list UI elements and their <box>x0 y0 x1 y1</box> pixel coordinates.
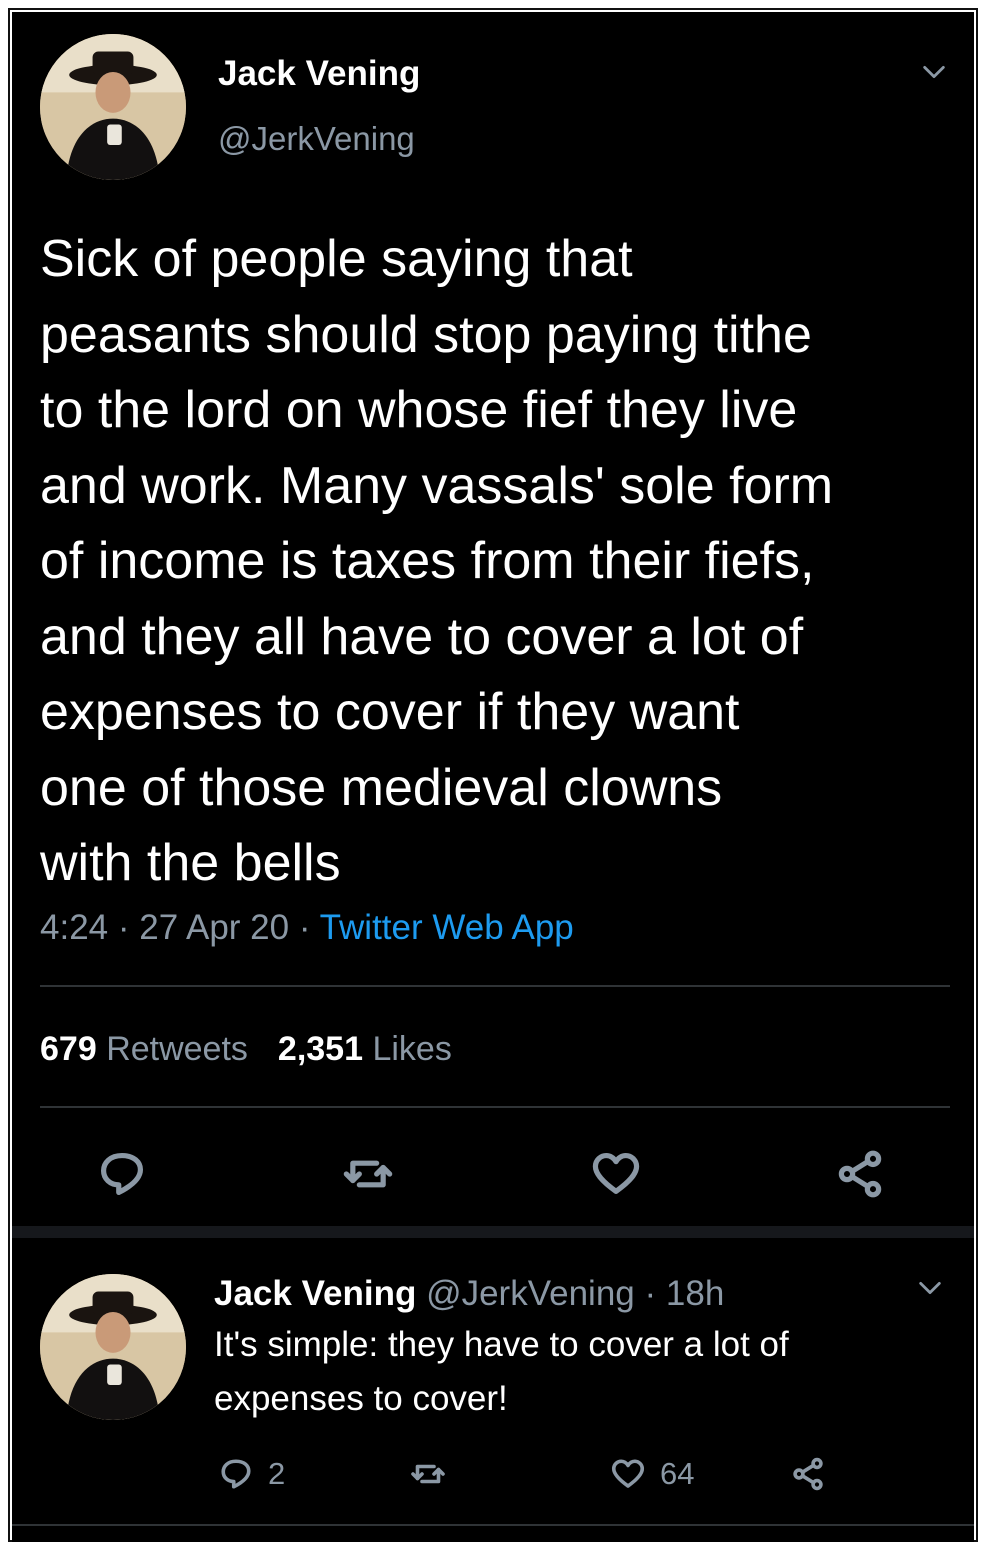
reply-like-button[interactable]: 64 <box>610 1454 694 1494</box>
chevron-down-icon[interactable] <box>920 58 948 86</box>
meta-separator: · <box>644 1274 666 1313</box>
reply-author-avatar[interactable] <box>40 1274 186 1420</box>
likes-label: Likes <box>372 1030 452 1068</box>
retweets-label: Retweets <box>106 1030 248 1068</box>
retweets-count: 679 <box>40 1030 97 1068</box>
reply-icon <box>221 1459 251 1489</box>
author-name[interactable]: Jack Vening <box>218 54 420 94</box>
likes-stat[interactable]: 2,351 Likes <box>278 1030 452 1068</box>
avatar-photo-icon <box>40 34 186 180</box>
divider <box>40 1106 950 1108</box>
reply-share-button[interactable] <box>790 1454 826 1494</box>
tweet-date[interactable]: 27 Apr 20 <box>139 908 289 947</box>
tweet-source[interactable]: Twitter Web App <box>320 908 574 947</box>
tweet-text: Sick of people saying that peasants shou… <box>40 230 834 892</box>
like-icon[interactable] <box>590 1148 642 1200</box>
retweet-icon[interactable] <box>342 1148 394 1200</box>
retweet-icon <box>411 1464 445 1484</box>
reply-author-name[interactable]: Jack Vening <box>214 1274 416 1313</box>
divider <box>12 1524 974 1526</box>
avatar-photo-icon <box>40 1274 186 1420</box>
meta-separator: · <box>298 908 320 947</box>
meta-separator: · <box>117 908 140 947</box>
share-icon[interactable] <box>834 1148 886 1200</box>
reply-author-handle[interactable]: @JerkVening <box>426 1274 635 1313</box>
section-separator <box>12 1226 974 1238</box>
tweet-screen: Jack Vening @JerkVening Sick of people s… <box>12 12 974 1542</box>
reply-retweet-button[interactable] <box>410 1454 446 1494</box>
reply-like-count: 64 <box>660 1456 695 1491</box>
reply-reply-button[interactable]: 2 <box>218 1454 285 1494</box>
reply-icon[interactable] <box>96 1148 148 1200</box>
author-avatar[interactable] <box>40 34 186 180</box>
tweet-stats: 679 Retweets 2,351 Likes <box>40 1030 452 1069</box>
divider <box>40 985 950 987</box>
reply-header: Jack Vening @JerkVening · 18h <box>214 1274 724 1314</box>
like-icon <box>611 1459 645 1488</box>
tweet-meta: 4:24 · 27 Apr 20 · Twitter Web App <box>40 908 574 948</box>
reply-time[interactable]: 18h <box>666 1274 724 1313</box>
author-handle[interactable]: @JerkVening <box>218 120 415 158</box>
reply-text: It's simple: they have to cover a lot of… <box>214 1325 789 1418</box>
tweet-time[interactable]: 4:24 <box>40 908 108 947</box>
retweets-stat[interactable]: 679 Retweets <box>40 1030 248 1068</box>
share-icon <box>793 1457 823 1491</box>
likes-count: 2,351 <box>277 1030 364 1068</box>
chevron-down-icon[interactable] <box>916 1274 944 1302</box>
reply-reply-count: 2 <box>268 1456 286 1491</box>
